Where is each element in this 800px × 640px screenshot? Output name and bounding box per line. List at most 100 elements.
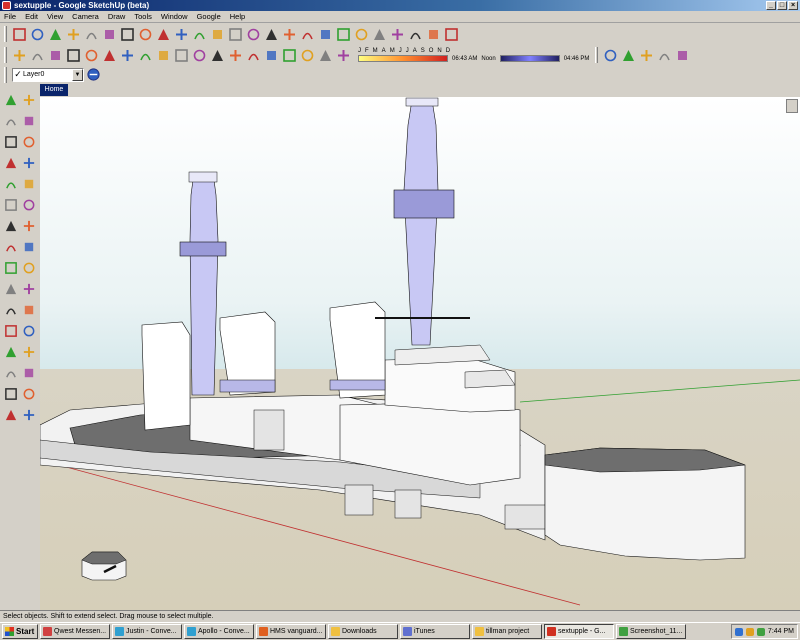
circle-icon[interactable]: [2, 153, 20, 173]
network-icon[interactable]: [734, 627, 743, 636]
zoom-extents-icon[interactable]: [2, 363, 20, 383]
google-earth-icon[interactable]: [406, 25, 424, 43]
section-plane-icon[interactable]: [20, 405, 38, 425]
top-view-icon[interactable]: [226, 46, 244, 64]
cut-icon[interactable]: [64, 46, 82, 64]
dimension-icon[interactable]: [244, 25, 262, 43]
follow-me-icon[interactable]: [190, 25, 208, 43]
taskbar-button[interactable]: sextupple - G...: [544, 624, 614, 639]
menu-camera[interactable]: Camera: [72, 12, 99, 21]
paint-bucket-icon[interactable]: [2, 111, 20, 131]
3d-text-icon[interactable]: [20, 300, 38, 320]
select-icon[interactable]: [10, 25, 28, 43]
protractor-icon[interactable]: [2, 279, 20, 299]
paint-bucket-icon[interactable]: [64, 25, 82, 43]
eraser-icon[interactable]: [20, 111, 38, 131]
line-icon[interactable]: [20, 132, 38, 152]
menu-tools[interactable]: Tools: [134, 12, 152, 21]
toolbar-grip[interactable]: [595, 47, 599, 63]
redo-icon[interactable]: [154, 46, 172, 64]
tape-measure-icon[interactable]: [226, 25, 244, 43]
paste-icon[interactable]: [100, 46, 118, 64]
menu-help[interactable]: Help: [230, 12, 245, 21]
follow-me-icon[interactable]: [20, 216, 38, 236]
warehouse-icon[interactable]: [424, 25, 442, 43]
look-around-icon[interactable]: [2, 405, 20, 425]
toolbar-grip[interactable]: [4, 47, 7, 63]
arc-icon[interactable]: [118, 25, 136, 43]
hidden-line-icon[interactable]: [637, 46, 655, 64]
minimize-button[interactable]: _: [766, 1, 776, 10]
menu-view[interactable]: View: [47, 12, 63, 21]
dimension-icon[interactable]: [20, 258, 38, 278]
scale-icon[interactable]: [2, 237, 20, 257]
shaded-texture-icon[interactable]: [673, 46, 691, 64]
layer-manager-icon[interactable]: [84, 66, 102, 84]
section-display-icon[interactable]: [334, 46, 352, 64]
3d-viewport[interactable]: [40, 97, 800, 610]
orbit-icon[interactable]: [316, 25, 334, 43]
toolbar-grip[interactable]: [4, 26, 7, 42]
make-component-icon[interactable]: [28, 25, 46, 43]
maximize-button[interactable]: □: [777, 1, 787, 10]
layer-dropdown[interactable]: ✓ Layer0 ▼: [12, 67, 84, 82]
close-button[interactable]: ×: [788, 1, 798, 10]
eraser-icon[interactable]: [46, 25, 64, 43]
pan-icon[interactable]: [20, 321, 38, 341]
taskbar-button[interactable]: Qwest Messen...: [40, 624, 110, 639]
copy-icon[interactable]: [82, 46, 100, 64]
zoom-window-icon[interactable]: [370, 25, 388, 43]
move-icon[interactable]: [2, 195, 20, 215]
menu-window[interactable]: Window: [161, 12, 188, 21]
walk-icon[interactable]: [20, 384, 38, 404]
model-info-icon[interactable]: [190, 46, 208, 64]
offset-icon[interactable]: [20, 237, 38, 257]
erase-icon[interactable]: [118, 46, 136, 64]
scene-tab-home[interactable]: Home: [40, 84, 68, 96]
get-models-icon[interactable]: [442, 25, 460, 43]
protractor-icon[interactable]: [262, 25, 280, 43]
rectangle-icon[interactable]: [82, 25, 100, 43]
left-view-icon[interactable]: [298, 46, 316, 64]
taskbar-button[interactable]: Justin - Conve...: [112, 624, 182, 639]
taskbar-button[interactable]: HMS vanguard...: [256, 624, 326, 639]
menu-google[interactable]: Google: [197, 12, 221, 21]
undo-icon[interactable]: [136, 46, 154, 64]
rotate-icon[interactable]: [2, 216, 20, 236]
tape-measure-icon[interactable]: [2, 258, 20, 278]
rotate-icon[interactable]: [172, 25, 190, 43]
select-icon[interactable]: [2, 90, 20, 110]
save-icon[interactable]: [46, 46, 64, 64]
circle-icon[interactable]: [100, 25, 118, 43]
make-component-icon[interactable]: [20, 90, 38, 110]
zoom-icon[interactable]: [352, 25, 370, 43]
open-icon[interactable]: [28, 46, 46, 64]
move-icon[interactable]: [154, 25, 172, 43]
menu-edit[interactable]: Edit: [25, 12, 38, 21]
taskbar-button[interactable]: tillman project: [472, 624, 542, 639]
iso-view-icon[interactable]: [208, 46, 226, 64]
section-plane-icon[interactable]: [316, 46, 334, 64]
chevron-down-icon[interactable]: ▼: [72, 68, 83, 81]
orbit-icon[interactable]: [2, 321, 20, 341]
offset-icon[interactable]: [208, 25, 226, 43]
time-slider[interactable]: [499, 55, 560, 62]
taskbar-button[interactable]: Apollo - Conve...: [184, 624, 254, 639]
toolbar-grip[interactable]: [4, 66, 7, 83]
front-view-icon[interactable]: [244, 46, 262, 64]
shaded-icon[interactable]: [655, 46, 673, 64]
zoom-extents-icon[interactable]: [388, 25, 406, 43]
pan-icon[interactable]: [334, 25, 352, 43]
polygon-icon[interactable]: [2, 174, 20, 194]
text-icon[interactable]: [20, 279, 38, 299]
model-drawing[interactable]: [40, 97, 800, 610]
viewport-corner-button[interactable]: [786, 99, 798, 113]
back-view-icon[interactable]: [280, 46, 298, 64]
wireframe-icon[interactable]: [619, 46, 637, 64]
arc-icon[interactable]: [20, 153, 38, 173]
freehand-icon[interactable]: [20, 174, 38, 194]
x-ray-icon[interactable]: [601, 46, 619, 64]
position-camera-icon[interactable]: [2, 384, 20, 404]
start-button[interactable]: Start: [2, 624, 38, 639]
axes-icon[interactable]: [298, 25, 316, 43]
